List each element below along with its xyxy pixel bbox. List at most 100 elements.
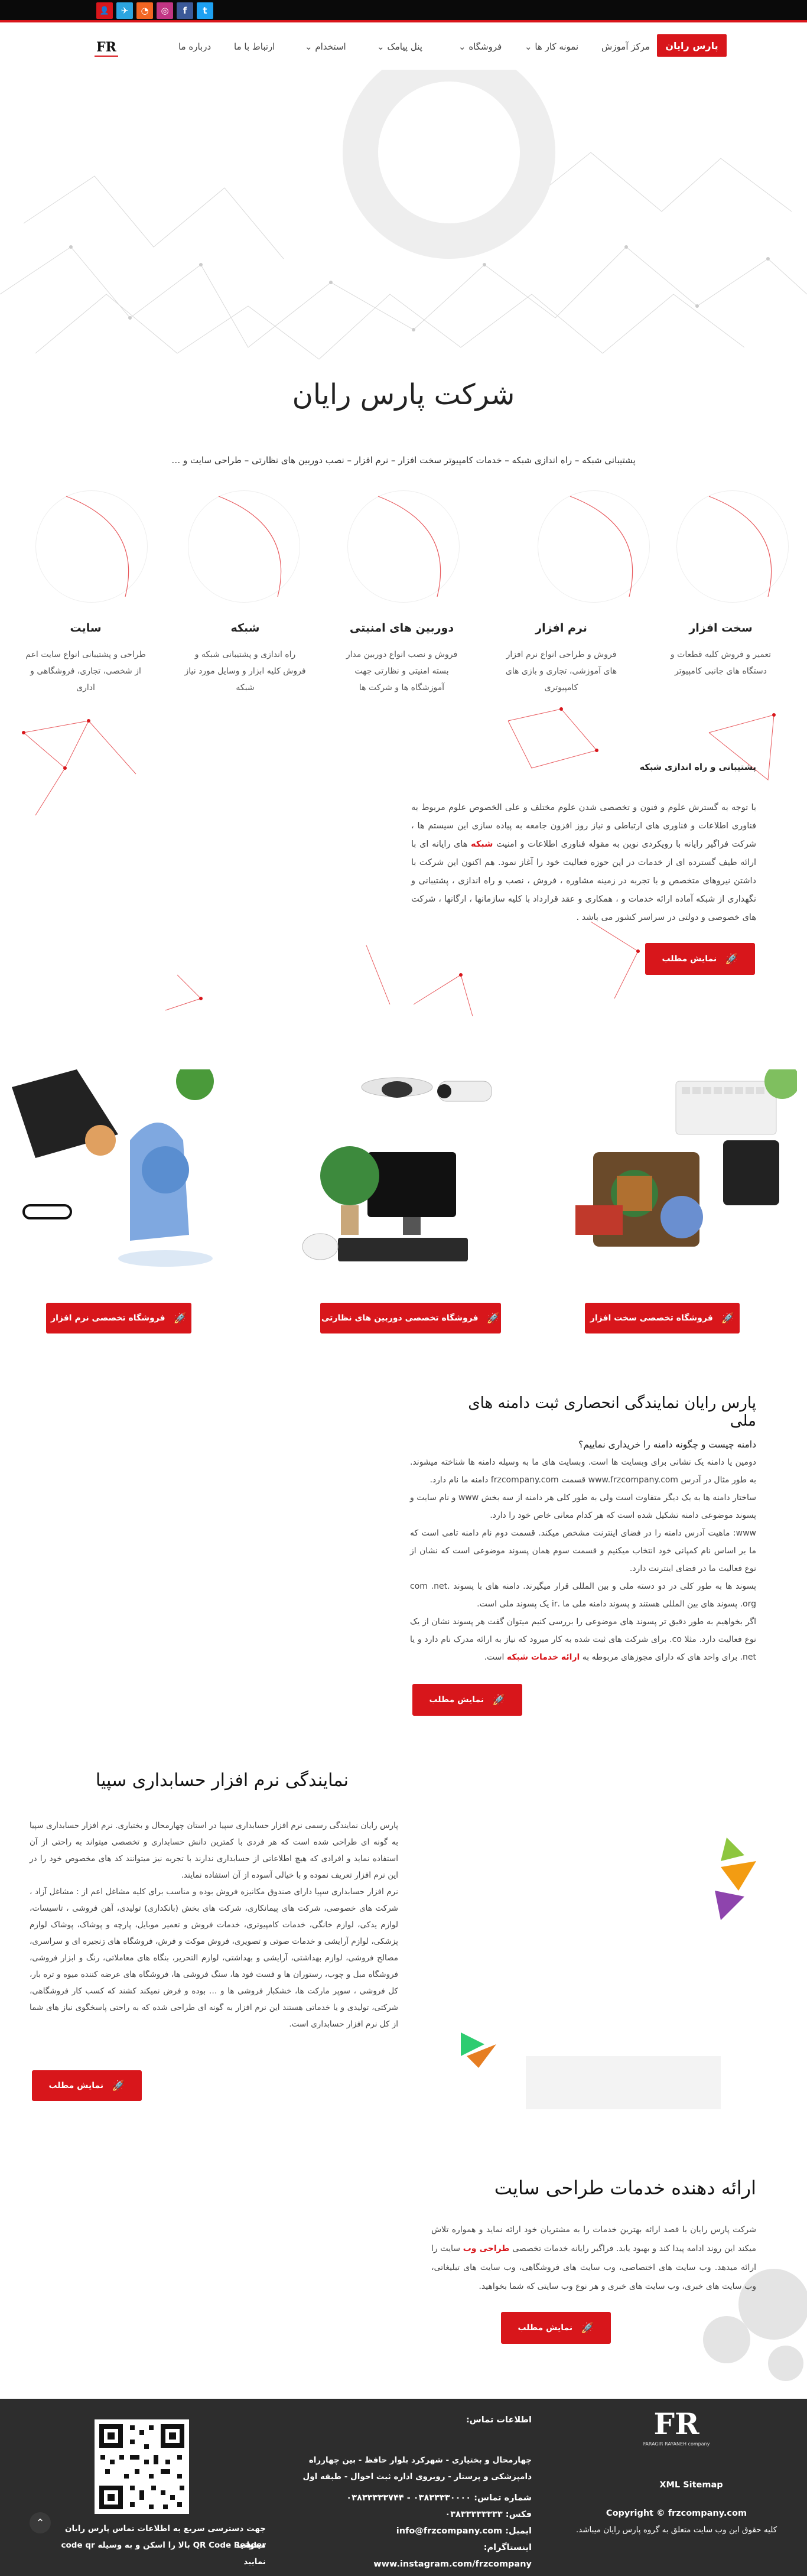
- login-icon[interactable]: 👤: [96, 2, 113, 19]
- footer-logo-mark: FR: [653, 2406, 699, 2441]
- shop-software-button[interactable]: 🚀 فروشگاه تخصصی نرم افزار: [46, 1303, 191, 1333]
- domain-text: اگر بخواهیم به طور دقیق تر پسوند های موض…: [410, 1617, 756, 1662]
- button-label: فروشگاه تخصصی نرم افزار: [51, 1313, 165, 1323]
- network-read-more-button[interactable]: 🚀 نمایش مطلب: [645, 943, 755, 975]
- rocket-icon: 🚀: [112, 2079, 125, 2092]
- button-label: نمایش مطلب: [48, 2081, 104, 2090]
- rocket-icon: 🚀: [486, 1312, 500, 1325]
- chevron-down-icon: ⌄: [525, 41, 535, 52]
- rocket-icon: 🚀: [725, 952, 738, 965]
- rocket-icon: 🚀: [492, 1693, 506, 1706]
- sepidar-decor: [461, 1837, 756, 2109]
- telegram-icon[interactable]: ✈: [116, 2, 133, 19]
- network-paragraph: با توجه به گسترش علوم و فنون و تخصصی شدن…: [411, 799, 756, 927]
- service-desc: فروش و نصب انواع دوربین مدار بسته امنیتی…: [346, 650, 458, 692]
- contact-instagram[interactable]: اینستاگرام: www.instagram.com/frzcompany: [331, 2539, 532, 2572]
- nav-item-jobs[interactable]: استخدام ⌄: [305, 41, 346, 52]
- service-title: شبکه: [230, 622, 260, 635]
- top-bar: t f ◎ ◔ ✈ 👤: [0, 0, 807, 22]
- sepidar-read-more-button[interactable]: 🚀 نمایش مطلب: [32, 2070, 142, 2101]
- logo-underline: [95, 56, 118, 57]
- contact-fax: فکس: ۰۳۸۳۳۳۳۳۳۳۳: [445, 2510, 532, 2519]
- service-arcs: [66, 496, 772, 597]
- button-label: نمایش مطلب: [662, 954, 717, 964]
- site-logo[interactable]: FR: [89, 34, 124, 60]
- domain-question: دامنه چیست و چگونه دامنه را خریداری نمای…: [578, 1439, 756, 1450]
- qr-code-image: [95, 2419, 189, 2514]
- qr-text: QR Code Reader بالا را اسکن و به وسیله c…: [61, 2541, 266, 2567]
- nav-item-portfolio[interactable]: نمونه کار ها ⌄: [525, 41, 578, 52]
- hero-network-background: [0, 70, 807, 360]
- button-label: فروشگاه تخصصی دوربین های نظارتی: [321, 1313, 479, 1323]
- twitter-icon[interactable]: t: [197, 2, 213, 19]
- nav-item-sms-panel[interactable]: پنل پیامک ⌄: [377, 41, 422, 52]
- network-link[interactable]: شبکه: [471, 840, 493, 849]
- service-desc: تعمیر و فروش کلیه قطعات و دستگاه های جان…: [670, 650, 772, 676]
- service-title: سایت: [70, 622, 102, 635]
- scroll-to-top-icon[interactable]: ⌃: [30, 2512, 51, 2533]
- service-title: سخت افزار: [689, 622, 753, 635]
- sepidar-paragraph: پارس رایان نمایندگی رسمی نرم افزار حسابد…: [30, 1817, 398, 2032]
- nav-item-label: پنل پیامک: [387, 41, 422, 52]
- button-label: نمایش مطلب: [518, 2323, 573, 2333]
- domain-read-more-button[interactable]: 🚀 نمایش مطلب: [412, 1684, 522, 1716]
- domain-text: ساختار دامنه ها به یک دیگر متفاوت است ول…: [410, 1493, 756, 1520]
- nav-item-about[interactable]: درباره ما: [178, 41, 211, 52]
- sitemap-link[interactable]: XML Sitemap: [638, 2477, 744, 2493]
- domain-text: www: ماهیت آدرس دامنه را در فضای اینترنت…: [410, 1528, 756, 1573]
- sepidar-heading: نمایندگی نرم افزار حسابداری سپیا: [95, 1770, 349, 1791]
- service-desc: فروش و طراحی انواع نرم افزار های آموزشی،…: [505, 650, 617, 692]
- webdesign-read-more-button[interactable]: 🚀 نمایش مطلب: [501, 2312, 611, 2344]
- rocket-icon: 🚀: [173, 1312, 187, 1325]
- contact-address: چهارمحال و بختیاری - شهرکرد بلوار حافظ -…: [302, 2455, 532, 2481]
- sepidar-text: پارس رایان نمایندگی رسمی نرم افزار حسابد…: [30, 1821, 398, 1880]
- domain-text: دومین یا دامنه یک نشانی برای وبسایت ها ا…: [410, 1458, 756, 1485]
- service-title: دوربین های امنیتی: [349, 622, 454, 635]
- nav-item-label: استخدام: [315, 41, 346, 52]
- button-label: نمایش مطلب: [429, 1695, 484, 1705]
- facebook-icon[interactable]: f: [177, 2, 193, 19]
- domain-text: پسوند ها به طور کلی در دو دسته ملی و بین…: [410, 1582, 756, 1609]
- chevron-down-icon: ⌄: [377, 41, 388, 52]
- webdesign-paragraph: شرکت پارس رایان با قصد ارائه بهترین خدما…: [431, 2220, 756, 2296]
- cctv-shop-image: [285, 1069, 524, 1288]
- sepidar-text: نرم افزار حسابداری سپیا دارای صندوق مکان…: [30, 1887, 398, 2029]
- hardware-shop-image: [558, 1069, 797, 1288]
- domain-paragraph: دامنه چیست و چگونه دامنه را خریداری نمای…: [410, 1436, 756, 1666]
- nav-item-contact[interactable]: ارتباط با ما: [234, 41, 275, 52]
- service-desc: راه اندازی و پشتیبانی شبکه و فروش کلیه ا…: [184, 650, 306, 692]
- chevron-down-icon: ⌄: [458, 41, 469, 52]
- copyright: Copyright © frzcompany.com: [606, 2509, 747, 2518]
- hero-subtitle: پشتیبانی شبکه – راه اندازی شبکه – خدمات …: [171, 455, 636, 466]
- shop-hardware-button[interactable]: 🚀 فروشگاه تخصصی سخت افزار: [585, 1303, 740, 1333]
- rights-text: کلیه حقوق این وب سایت متعلق به گروه پارس…: [575, 2525, 777, 2535]
- instagram-icon[interactable]: ◎: [157, 2, 173, 19]
- network-heading: پشتیبانی و راه اندازی شبکه: [639, 763, 756, 772]
- domain-text: است.: [484, 1653, 505, 1662]
- contact-phone: شماره تماس: ۰۳۸۳۳۳۳۰۰۰۰ - ۰۳۸۳۳۳۳۳۷۴۴: [346, 2493, 532, 2503]
- chevron-down-icon: ⌄: [305, 41, 315, 52]
- service-title: نرم افزار: [535, 622, 587, 635]
- nav-item-label: نمونه کار ها: [535, 41, 579, 52]
- page-title: شرکت پارس رایان: [292, 378, 515, 411]
- domain-heading: پارس رایان نمایندگی انحصاری ثبت دامنه ها…: [468, 1394, 756, 1430]
- service-desc: طراحی و پشتیبانی انواع سایت اعم از شخصی،…: [25, 650, 146, 692]
- contact-title: اطلاعات تماس:: [466, 2415, 532, 2425]
- shop-cctv-button[interactable]: 🚀 فروشگاه تخصصی دوربین های نظارتی: [320, 1303, 501, 1333]
- software-shop-image: [12, 1069, 251, 1288]
- nav-item-training[interactable]: مرکز آموزش: [601, 41, 650, 52]
- nav-item-label: فروشگاه: [468, 41, 502, 52]
- rocket-icon: 🚀: [581, 2321, 594, 2334]
- network-text: های رایانه ای با ارائه طیف گسترده ای از …: [411, 840, 756, 922]
- rocket-icon: 🚀: [721, 1312, 735, 1325]
- webdesign-link[interactable]: طراحی وب: [463, 2244, 510, 2253]
- nav-item-shop[interactable]: فروشگاه ⌄: [458, 41, 502, 52]
- rss-icon[interactable]: ◔: [136, 2, 153, 19]
- logo-mark: FR: [96, 40, 116, 55]
- footer-logo-caption: FARAGIR RAYANEH company: [643, 2441, 710, 2447]
- button-label: فروشگاه تخصصی سخت افزار: [590, 1313, 713, 1323]
- domain-link[interactable]: ارائه خدمات شبکه: [507, 1653, 580, 1662]
- nav-item-active[interactable]: پارس رایان: [657, 34, 727, 57]
- footer-logo[interactable]: FR FARAGIR RAYANEH company: [641, 2409, 712, 2447]
- contact-email[interactable]: ایمیل: info@frzcompany.com: [331, 2523, 532, 2539]
